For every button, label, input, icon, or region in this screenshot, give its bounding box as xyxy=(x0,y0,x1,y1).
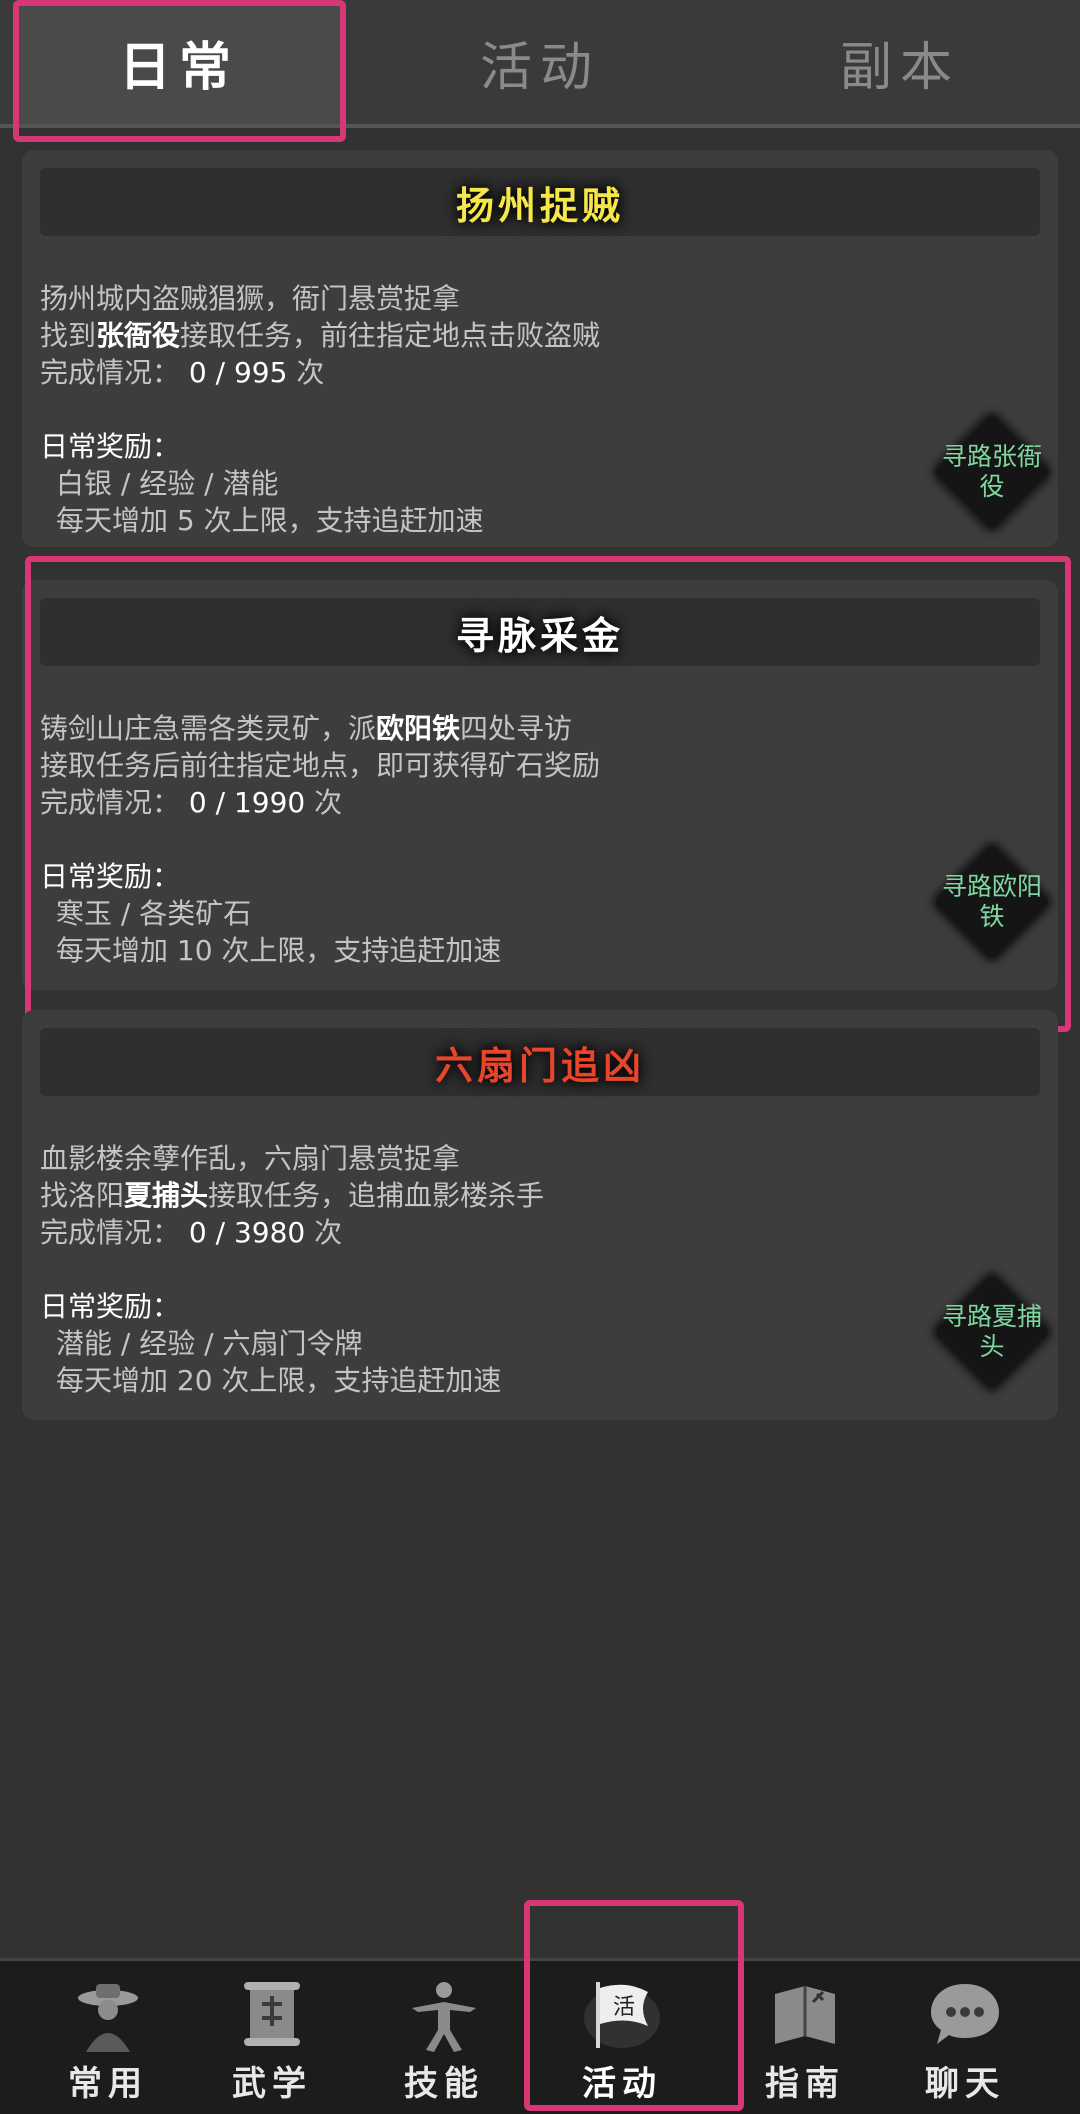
martial-pose-icon xyxy=(412,1982,476,2052)
reward-note: 每天增加 5 次上限，支持追赶加速 xyxy=(56,504,484,537)
card-title: 扬州捉贼 xyxy=(40,168,1040,236)
nav-chat[interactable]: 聊天 xyxy=(890,1968,1040,2106)
progress-line: 完成情况： 0 / 995 次 xyxy=(40,356,325,389)
nav-common[interactable]: 常用 xyxy=(33,1968,183,2106)
nav-label: 指南 xyxy=(765,2064,845,2104)
tab-dungeon[interactable]: 副本 xyxy=(740,0,1060,124)
card-title-text: 六扇门追凶 xyxy=(434,1042,645,1088)
chat-bubble-icon xyxy=(931,1984,999,2044)
card-description: 血影楼余孽作乱，六扇门悬赏捉拿 找洛阳夏捕头接取任务，追捕血影楼杀手 完成情况：… xyxy=(40,1140,1000,1399)
card-description: 扬州城内盗贼猖獗，衙门悬赏捉拿 找到张衙役接取任务，前往指定地点击败盗贼 完成情… xyxy=(40,280,1000,539)
reward-items: 白银 / 经验 / 潜能 xyxy=(56,467,279,500)
nav-guide[interactable]: 指南 xyxy=(730,1968,880,2106)
card-title: 六扇门追凶 xyxy=(40,1028,1040,1096)
reward-title: 日常奖励： xyxy=(40,1290,181,1323)
pathfind-button[interactable]: 寻路夏捕头 xyxy=(933,1273,1051,1391)
progress-value: 0 / 3980 xyxy=(188,1216,306,1249)
nav-label: 技能 xyxy=(404,2064,484,2104)
reward-title: 日常奖励： xyxy=(40,430,181,463)
nav-skills[interactable]: 技能 xyxy=(369,1968,519,2106)
pathfind-button[interactable]: 寻路张衙役 xyxy=(933,413,1051,531)
reward-note: 每天增加 20 次上限，支持追赶加速 xyxy=(56,1364,502,1397)
desc-line-2: 找洛阳夏捕头接取任务，追捕血影楼杀手 xyxy=(40,1179,545,1212)
scroll-icon xyxy=(244,1982,300,2046)
highlight-card-mining xyxy=(25,556,1071,1032)
hat-figure-icon xyxy=(78,1984,138,2052)
pathfind-label: 寻路张衙役 xyxy=(942,442,1043,501)
progress-line: 完成情况： 0 / 3980 次 xyxy=(40,1216,343,1249)
task-card-yangzhou: 扬州捉贼 扬州城内盗贼猖獗，衙门悬赏捉拿 找到张衙役接取任务，前往指定地点击败盗… xyxy=(22,150,1058,547)
highlight-nav-activity xyxy=(524,1900,744,2111)
highlight-tab-daily xyxy=(13,0,346,142)
nav-martial[interactable]: 武学 xyxy=(197,1968,347,2106)
desc-line-2: 找到张衙役接取任务，前往指定地点击败盗贼 xyxy=(40,319,601,352)
progress-value: 0 / 995 xyxy=(188,356,288,389)
reward-items: 潜能 / 经验 / 六扇门令牌 xyxy=(56,1327,363,1360)
desc-line-1: 扬州城内盗贼猖獗，衙门悬赏捉拿 xyxy=(40,282,461,315)
npc-name: 夏捕头 xyxy=(124,1179,209,1212)
nav-label: 常用 xyxy=(68,2064,148,2104)
tab-activity[interactable]: 活动 xyxy=(380,0,700,124)
nav-label: 武学 xyxy=(232,2064,312,2104)
book-icon xyxy=(775,1986,835,2044)
card-title-text: 扬州捉贼 xyxy=(455,182,624,228)
pathfind-label: 寻路夏捕头 xyxy=(942,1302,1043,1361)
task-card-liushanmen: 六扇门追凶 血影楼余孽作乱，六扇门悬赏捉拿 找洛阳夏捕头接取任务，追捕血影楼杀手… xyxy=(22,1010,1058,1420)
desc-line-1: 血影楼余孽作乱，六扇门悬赏捉拿 xyxy=(40,1142,461,1175)
nav-label: 聊天 xyxy=(925,2064,1005,2104)
npc-name: 张衙役 xyxy=(96,319,181,352)
